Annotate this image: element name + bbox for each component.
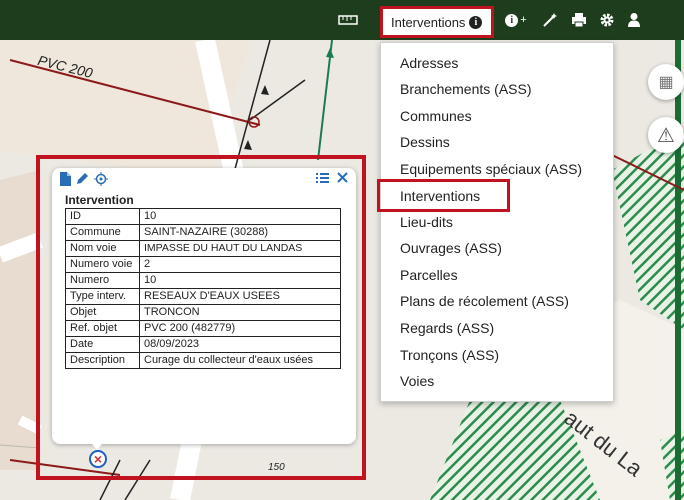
menu-item-communes[interactable]: Communes (400, 108, 472, 124)
file-icon[interactable] (60, 171, 71, 191)
attr-value: PVC 200 (482779) (139, 320, 341, 337)
menu-item-troncons[interactable]: Tronçons (ASS) (400, 347, 499, 363)
info-plus-button[interactable]: i + (502, 10, 530, 30)
table-row: ID 10 (65, 208, 341, 225)
interventions-layer-button[interactable]: Interventions i (380, 6, 494, 38)
list-icon[interactable] (316, 170, 329, 187)
ruler-icon[interactable] (336, 10, 360, 30)
attr-value: IMPASSE DU HAUT DU LANDAS (139, 240, 341, 257)
menu-item-parcelles[interactable]: Parcelles (400, 267, 458, 283)
menu-item-branchements[interactable]: Branchements (ASS) (400, 81, 532, 97)
intervention-marker-icon[interactable]: × (89, 450, 107, 468)
attr-key: Type interv. (65, 288, 140, 305)
menu-item-equipements[interactable]: Equipements spéciaux (ASS) (400, 161, 582, 177)
warning-button[interactable]: ⚠ (648, 117, 684, 153)
table-row: Numero 10 (65, 272, 341, 289)
attr-key: Date (65, 336, 140, 353)
attr-key: Numero voie (65, 256, 140, 273)
attr-value: 10 (139, 272, 341, 289)
warning-icon: ⚠ (657, 124, 675, 147)
info-circle-icon: i (469, 15, 483, 29)
menu-item-adresses[interactable]: Adresses (400, 55, 458, 71)
attr-value: RESEAUX D'EAUX USEES (139, 288, 341, 305)
user-icon[interactable] (624, 10, 644, 30)
snap-grid-icon: ▦ (658, 74, 674, 91)
menu-item-voies[interactable]: Voies (400, 373, 434, 389)
menu-item-lieu-dits[interactable]: Lieu-dits (400, 214, 453, 230)
table-row: Objet TRONCON (65, 304, 341, 321)
attr-key: Commune (65, 224, 140, 241)
attr-value: SAINT-NAZAIRE (30288) (139, 224, 341, 241)
table-row: Type interv. RESEAUX D'EAUX USEES (65, 288, 341, 305)
menu-item-plans-recolement[interactable]: Plans de récolement (ASS) (400, 293, 569, 309)
printer-icon[interactable] (569, 10, 589, 30)
attr-key: Ref. objet (65, 320, 140, 337)
menu-item-interventions[interactable]: Interventions (400, 188, 480, 204)
gear-icon[interactable] (597, 10, 617, 30)
attr-key: Objet (65, 304, 140, 321)
attr-value: 2 (139, 256, 341, 273)
locate-icon[interactable] (94, 171, 108, 191)
attr-key: ID (65, 208, 140, 225)
attribute-table: ID 10 Commune SAINT-NAZAIRE (30288) Nom vo… (65, 208, 341, 369)
attr-value: TRONCON (139, 304, 341, 321)
table-row: Nom voie IMPASSE DU HAUT DU LANDAS (65, 240, 341, 257)
attr-key: Numero (65, 272, 140, 289)
menu-item-regards[interactable]: Regards (ASS) (400, 320, 494, 336)
attr-key: Description (65, 352, 140, 369)
interventions-layer-label: Interventions (391, 14, 466, 30)
layer-dropdown-menu: Adresses Branchements (ASS) Communes Des… (380, 42, 614, 402)
magic-wand-icon[interactable] (540, 10, 560, 30)
pencil-icon[interactable] (76, 172, 89, 190)
popup-title: Intervention (65, 193, 134, 207)
attr-value: Curage du collecteur d'eaux usées (139, 352, 341, 369)
info-plus-icon: i (505, 13, 519, 27)
attr-value: 10 (139, 208, 341, 225)
table-row: Ref. objet PVC 200 (482779) (65, 320, 341, 337)
table-row: Date 08/09/2023 (65, 336, 341, 353)
top-toolbar: Interventions i i + (0, 0, 684, 40)
info-plus-symbol: + (520, 14, 527, 26)
feature-info-popup: Intervention ID 10 Commune SAINT-NAZAIRE (… (52, 168, 356, 444)
popup-pointer (89, 440, 105, 450)
table-row: Commune SAINT-NAZAIRE (30288) (65, 224, 341, 241)
table-row: Numero voie 2 (65, 256, 341, 273)
popup-toolbar (60, 171, 108, 191)
menu-item-dessins[interactable]: Dessins (400, 134, 450, 150)
snap-grid-button[interactable]: ▦ (648, 64, 684, 100)
popup-actions (316, 170, 348, 187)
table-row: Description Curage du collecteur d'eaux u… (65, 352, 341, 369)
attr-key: Nom voie (65, 240, 140, 257)
attr-value: 08/09/2023 (139, 336, 341, 353)
close-icon[interactable] (337, 170, 348, 187)
menu-item-ouvrages[interactable]: Ouvrages (ASS) (400, 240, 502, 256)
